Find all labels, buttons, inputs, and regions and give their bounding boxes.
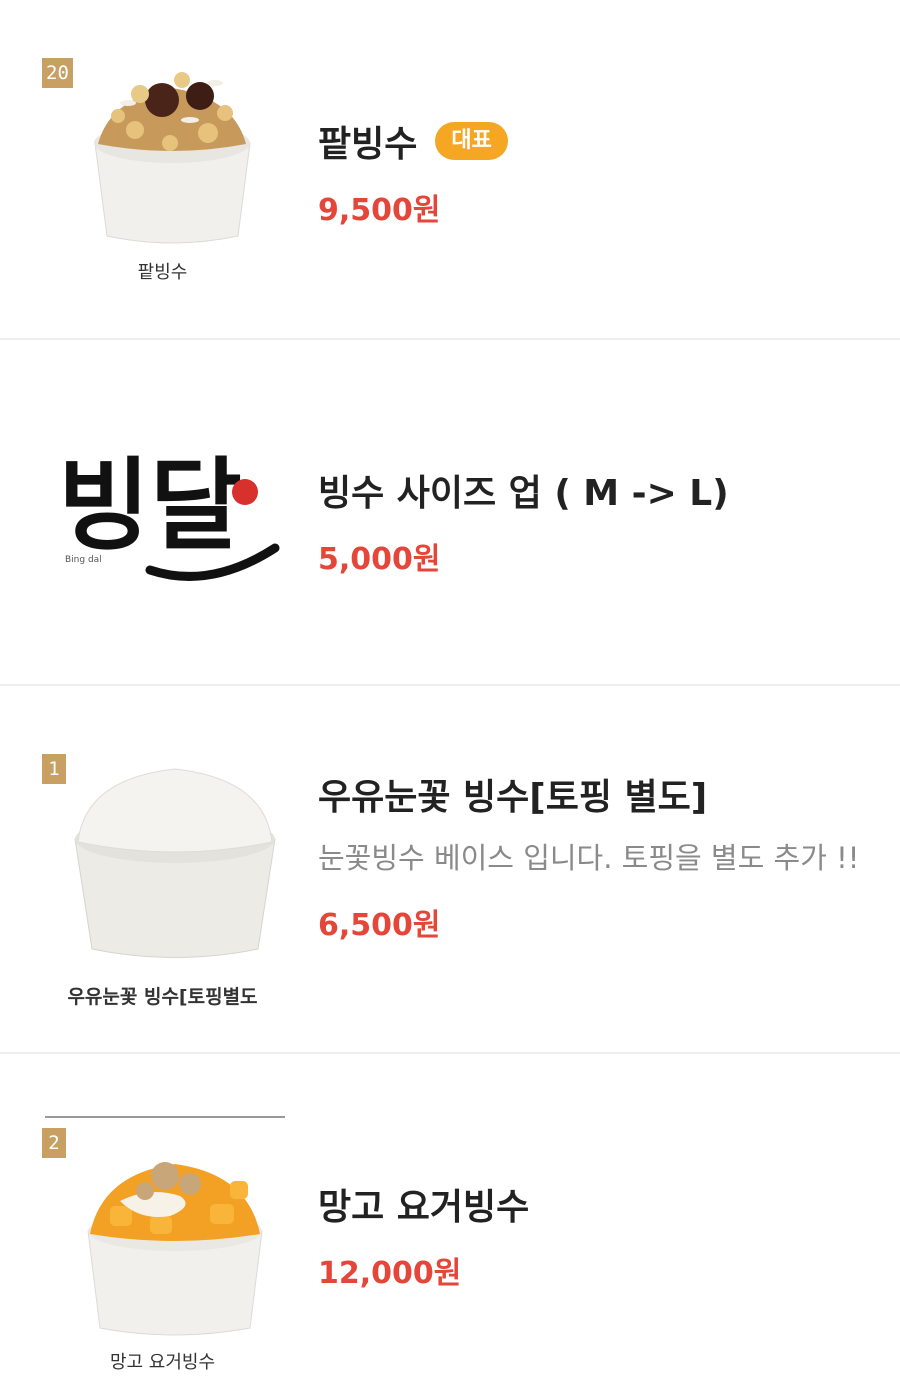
logo-text: 빙달 (58, 446, 242, 564)
menu-item[interactable]: 20 팥빙수 팥빙수 대표 9,500원 (0, 0, 900, 340)
menu-item-price: 9,500원 (318, 193, 441, 228)
menu-item-price: 12,000원 (318, 1256, 462, 1291)
rank-tag: 20 (42, 58, 73, 88)
menu-item-price: 6,500원 (318, 908, 441, 943)
menu-item-name: 우유눈꽃 빙수[토핑 별도] (318, 777, 708, 818)
menu-item-price: 5,000원 (318, 542, 441, 577)
menu-item-name: 팥빙수 (318, 124, 418, 165)
menu-item-image: 1 우유눈꽃 빙수[토핑별도 (40, 754, 285, 1008)
menu-item-name: 망고 요거빙수 (318, 1187, 530, 1228)
logo-small-text: Bing dal (65, 555, 102, 565)
menu-item-name: 빙수 사이즈 업 ( M -> L) (318, 473, 729, 514)
menu-item-image: 빙달 Bing dal (40, 420, 285, 620)
menu-item-description: 눈꽃빙수 베이스 입니다. 토핑을 별도 추가 !! (318, 841, 860, 875)
image-caption: 팥빙수 (137, 262, 188, 283)
image-top-divider (45, 1116, 285, 1118)
mango-yogurt-bingsu-image (87, 1162, 263, 1336)
menu-item[interactable]: 2 망고 요거빙수 망고 요거빙수 12,000원 (0, 1054, 900, 1394)
image-caption: 망고 요거빙수 (109, 1352, 216, 1373)
menu-item-image: 20 팥빙수 (40, 58, 285, 288)
menu-item-image: 2 망고 요거빙수 (40, 1116, 285, 1376)
patbingsu-image (94, 72, 251, 244)
image-caption: 우유눈꽃 빙수[토핑별도 (67, 986, 258, 1008)
menu-item-name-row: 팥빙수 대표 (318, 115, 870, 167)
bingdal-logo-image: 빙달 Bing dal (58, 446, 280, 581)
menu-item[interactable]: 빙달 Bing dal 빙수 사이즈 업 ( M -> L) 5,000원 (0, 340, 900, 686)
menu-item[interactable]: 1 우유눈꽃 빙수[토핑별도 우유눈꽃 빙수[토핑 별도] 눈꽃빙수 베이스 입… (0, 686, 900, 1054)
representative-badge: 대표 (435, 122, 508, 160)
rank-tag: 1 (42, 754, 66, 784)
milk-bingsu-image (74, 768, 276, 958)
